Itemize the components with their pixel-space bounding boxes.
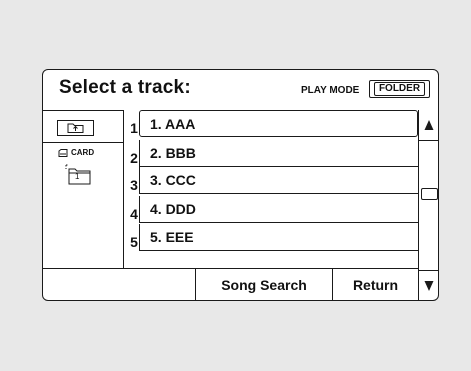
scrollbar[interactable]	[418, 110, 438, 300]
folder-panel: CARD 1	[43, 110, 124, 268]
scroll-thumb[interactable]	[421, 188, 438, 200]
track-row-3[interactable]: 3. CCC	[139, 167, 418, 194]
folder-panel-divider	[43, 142, 124, 143]
track-label: 5. EEE	[150, 229, 194, 245]
track-row-5[interactable]: 5. EEE	[139, 224, 418, 251]
track-select-screen: Select a track: PLAY MODE FOLDER CARD 1 …	[42, 69, 439, 301]
card-label: CARD	[71, 148, 95, 157]
scroll-down-button[interactable]	[419, 270, 438, 300]
track-number: 3	[130, 177, 138, 193]
song-search-button[interactable]: Song Search	[195, 269, 332, 300]
track-row-4[interactable]: 4. DDD	[139, 196, 418, 223]
folder-button-label: FOLDER	[373, 82, 426, 96]
track-number: 5	[130, 234, 138, 250]
folder-play-mode-button[interactable]: FOLDER	[369, 80, 430, 98]
track-label: 2. BBB	[150, 145, 196, 161]
folder-up-button[interactable]	[57, 120, 94, 136]
track-row-2[interactable]: 2. BBB	[139, 140, 418, 167]
return-label: Return	[352, 277, 399, 293]
triangle-up-icon	[424, 120, 434, 130]
folder-number: 1	[75, 172, 80, 181]
scroll-up-button[interactable]	[419, 110, 438, 141]
track-number: 4	[130, 206, 138, 222]
bottom-bar: Song Search Return	[43, 268, 418, 300]
song-search-label: Song Search	[221, 277, 307, 293]
track-row-1[interactable]: 1. AAA	[139, 110, 418, 137]
track-label: 4. DDD	[150, 201, 196, 217]
page-title: Select a track:	[59, 77, 191, 98]
track-label: 3. CCC	[150, 172, 196, 188]
track-label: 1. AAA	[150, 115, 196, 132]
track-number: 1	[130, 120, 138, 136]
play-mode-label: PLAY MODE	[301, 85, 360, 96]
folder-up-icon	[67, 123, 84, 133]
track-number: 2	[130, 150, 138, 166]
card-icon	[58, 148, 68, 157]
triangle-down-icon	[424, 280, 434, 291]
return-button[interactable]: Return	[332, 269, 418, 300]
card-source[interactable]: CARD	[58, 148, 94, 157]
